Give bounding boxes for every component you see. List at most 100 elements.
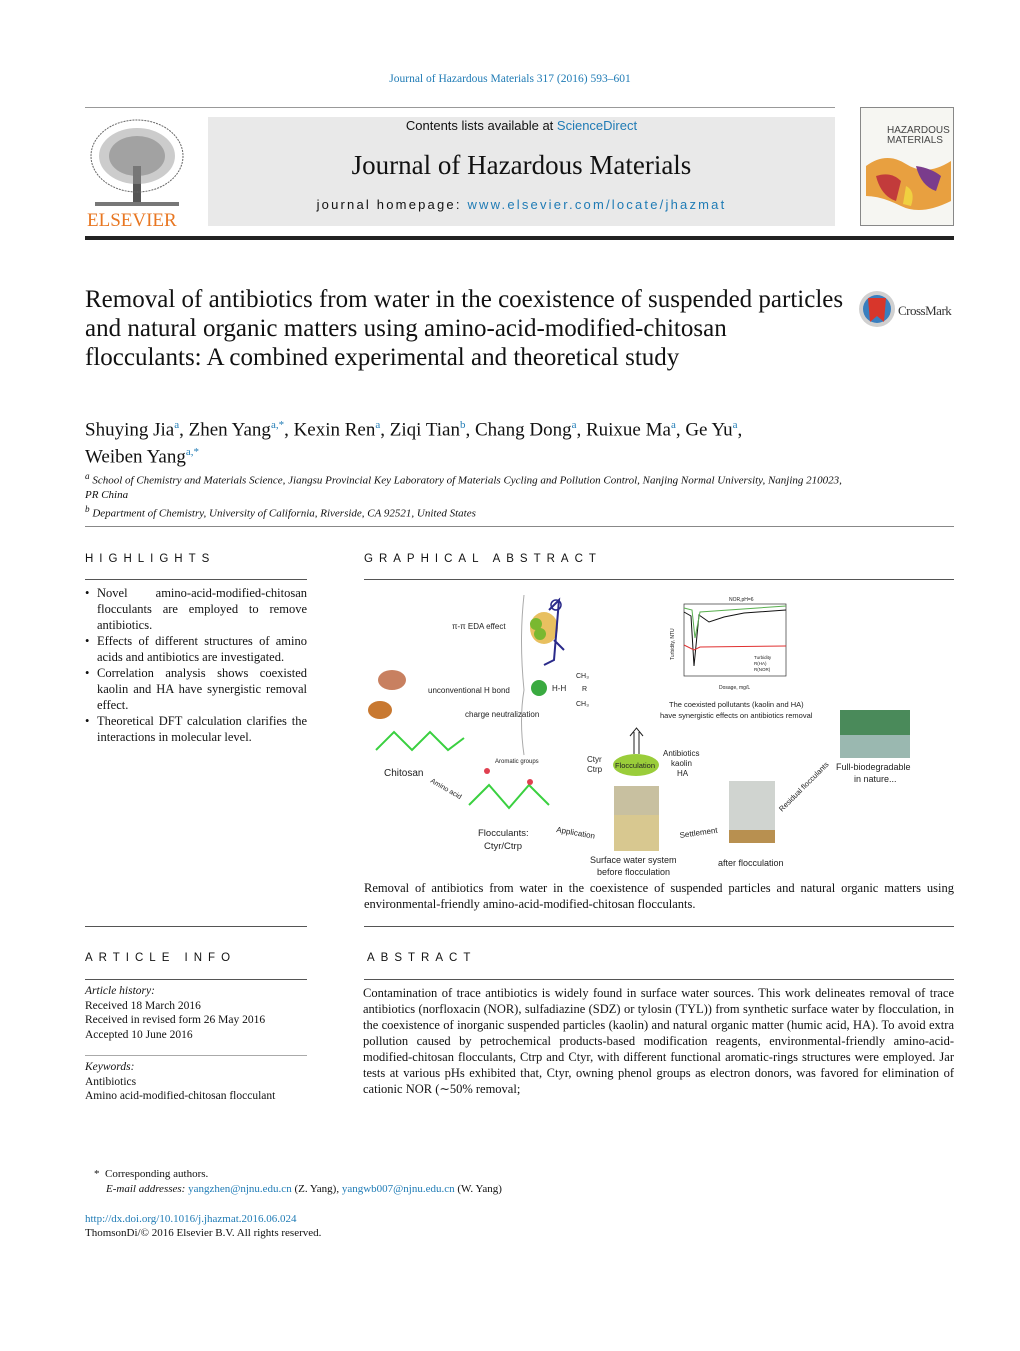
label-hbond: unconventional H bond [428,686,510,695]
svg-text:HA: HA [677,769,689,778]
author-name[interactable]: Chang Dong [475,419,572,440]
divider [364,926,954,927]
svg-text:Ctrp: Ctrp [587,765,603,774]
divider [85,579,307,580]
divider [364,979,954,980]
divider [85,1055,307,1056]
graphical-abstract-heading: GRAPHICAL ABSTRACT [364,553,602,565]
homepage-link[interactable]: www.elsevier.com/locate/jhazmat [467,197,726,212]
journal-cover[interactable]: HAZARDOUS MATERIALS [860,107,954,226]
legend-entry: R(HA) [754,661,767,666]
author-affiliation-mark: a,* [270,419,285,431]
author-list: Shuying Jiaa, Zhen Yanga,*, Kexin Rena, … [85,419,743,468]
keywords: Keywords: Antibiotics Amino acid-modified… [85,1061,276,1102]
chitosan-chain [375,730,465,752]
svg-text:ELSEVIER: ELSEVIER [87,210,177,228]
author-affiliation-mark: a,* [185,446,199,459]
svg-text:before flocculation: before flocculation [597,867,670,877]
author-name[interactable]: Zhen Yang [189,419,271,440]
cover-title: HAZARDOUS MATERIALS [887,125,950,146]
svg-text:Ctyr/Ctrp: Ctyr/Ctrp [484,841,522,852]
affiliation-a: School of Chemistry and Materials Scienc… [85,474,842,501]
email-link[interactable]: yangzhen@njnu.edu.cn [188,1183,292,1195]
legend-entry: R(NOR) [754,667,771,672]
doi-link[interactable]: http://dx.doi.org/10.1016/j.jhazmat.2016… [85,1212,297,1227]
header-rule [85,107,835,108]
abstract-heading: ABSTRACT [367,952,477,964]
author-name[interactable]: Kexin Ren [294,419,376,440]
footnote-corresponding: * Corresponding authors. [94,1168,209,1180]
divider [85,526,954,527]
svg-text:Amino acid: Amino acid [429,778,463,801]
highlight-item: Novel amino-acid-modified-chitosan flocc… [85,585,307,633]
label-pi: π-π EDA effect [452,622,506,631]
svg-text:have synergistic effects on an: have synergistic effects on antibiotics … [660,711,813,720]
author-affiliation-mark: a [571,419,577,431]
highlight-item: Theoretical DFT calculation clarifies th… [85,713,307,745]
footnote-emails: E-mail addresses: yangzhen@njnu.edu.cn (… [106,1183,502,1195]
email-link[interactable]: yangwb007@njnu.edu.cn [342,1183,455,1195]
label-charge: charge neutralization [465,710,539,719]
svg-text:Aromatic groups: Aromatic groups [495,759,539,765]
author-affiliation-mark: a [174,419,180,431]
svg-text:Flocculants:: Flocculants: [478,828,529,839]
svg-text:Surface water system: Surface water system [590,855,677,865]
author-affiliation-mark: a [375,419,381,431]
author-affiliation-mark: a [670,419,676,431]
elsevier-logo: ELSEVIER [85,116,187,231]
svg-text:Application: Application [556,825,596,841]
highlight-item: Correlation analysis shows coexisted kao… [85,665,307,713]
svg-text:Flocculation: Flocculation [615,761,655,770]
divider [85,926,307,927]
benzene-ring [531,680,547,696]
svg-text:CH₃: CH₃ [576,673,589,680]
highlights-list: Novel amino-acid-modified-chitosan flocc… [85,585,307,745]
journal-title: Journal of Hazardous Materials [351,150,692,180]
article-title: Removal of antibiotics from water in the… [85,286,844,371]
svg-text:NOR,pH=6: NOR,pH=6 [729,597,754,603]
affiliation-b: Department of Chemistry, University of C… [92,507,476,520]
graphical-abstract-figure: π-π EDA effect unconventional H bond cha… [368,594,911,877]
svg-text:Residual flocculants: Residual flocculants [777,760,831,814]
journal-citation[interactable]: Journal of Hazardous Materials 317 (2016… [0,73,1020,85]
crossmark-icon [859,291,895,327]
copyright: ThomsonDi/© 2016 Elsevier B.V. All right… [85,1227,322,1239]
graphical-abstract-caption: Removal of antibiotics from water in the… [364,881,954,911]
legend-entry: Turbidity [754,655,772,660]
author-affiliation-mark: b [460,419,466,431]
svg-text:Antibiotics: Antibiotics [663,749,699,758]
svg-text:R: R [582,686,587,693]
membrane-line [521,594,525,756]
svg-text:kaolin: kaolin [671,759,692,768]
author-name[interactable]: Weiben Yang [85,447,186,468]
affiliations: a School of Chemistry and Materials Scie… [85,471,842,520]
highlight-item: Effects of different structures of amino… [85,633,307,665]
svg-text:Dosage, mg/L: Dosage, mg/L [719,685,750,691]
author-name[interactable]: Ziqi Tian [390,419,460,440]
journal-header-band: Contents lists available at ScienceDirec… [208,117,835,226]
inset-chart: NOR,pH=6 Turbidity, NTU Dosage, mg/L Tur… [670,597,787,691]
svg-text:Settlement: Settlement [679,826,719,840]
svg-text:Ctyr: Ctyr [587,755,602,764]
author-name[interactable]: Shuying Jia [85,419,174,440]
svg-text:CH₃: CH₃ [576,701,589,708]
author-name[interactable]: Ge Yu [685,419,732,440]
svg-text:H-H: H-H [552,684,566,693]
svg-text:in nature...: in nature... [854,774,897,784]
abstract-text: Contamination of trace antibiotics is wi… [363,986,954,1096]
article-info-heading: ARTICLE INFO [85,952,237,964]
author-affiliation-mark: a [732,419,738,431]
svg-text:The coexisted pollutants (kaol: The coexisted pollutants (kaolin and HA) [669,700,804,709]
svg-text:after flocculation: after flocculation [718,858,784,868]
author-name[interactable]: Ruixue Ma [586,419,671,440]
sciencedirect-link[interactable]: ScienceDirect [557,118,637,133]
svg-text:Full-biodegradable: Full-biodegradable [836,762,911,772]
contents-text: Contents lists available at [405,118,557,133]
article-history: Article history: Received 18 March 2016 R… [85,985,266,1041]
crossmark-label: CrossMark [898,303,952,318]
crossmark-button[interactable]: CrossMark [858,290,958,330]
divider [364,579,954,580]
header-thick-rule [85,236,954,240]
crab-image [368,701,392,719]
svg-text:Turbidity, NTU: Turbidity, NTU [670,628,676,660]
